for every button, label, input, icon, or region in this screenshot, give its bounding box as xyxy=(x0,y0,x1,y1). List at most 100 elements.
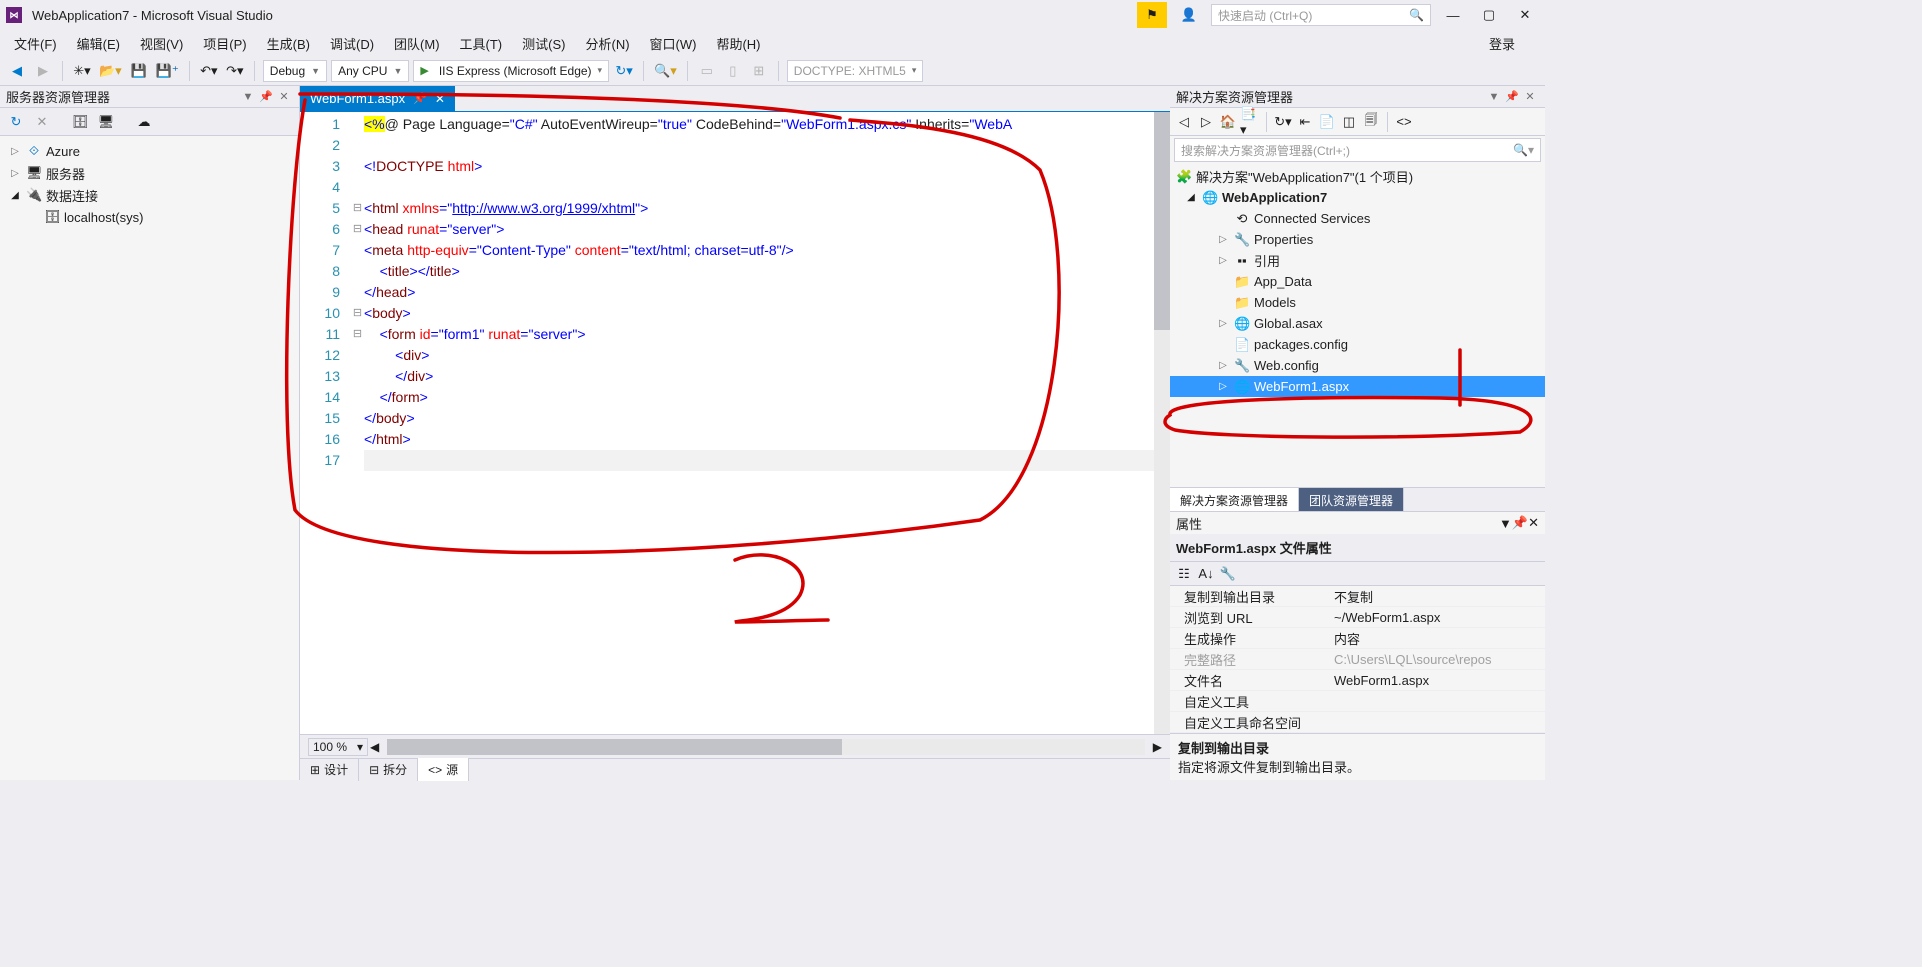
vs-icon: ⋈ xyxy=(6,7,22,23)
menu-project[interactable]: 项目(P) xyxy=(193,30,256,57)
close-button[interactable]: ✕ xyxy=(1511,4,1539,26)
solution-search-input[interactable]: 搜索解决方案资源管理器(Ctrl+;) 🔍▾ xyxy=(1174,138,1541,162)
view-tab-split[interactable]: ⊟拆分 xyxy=(359,758,418,781)
menu-team[interactable]: 团队(M) xyxy=(384,30,450,57)
menu-debug[interactable]: 调试(D) xyxy=(320,30,384,57)
toggle-3[interactable]: ⊞ xyxy=(748,60,770,82)
pin-icon[interactable]: 📌 xyxy=(413,92,427,105)
redo-button[interactable]: ↷▾ xyxy=(224,60,246,82)
show-all-icon[interactable]: 📄 xyxy=(1317,112,1337,132)
solution-item[interactable]: 📄packages.config xyxy=(1170,334,1545,355)
refresh-icon[interactable]: ↻ xyxy=(6,112,26,132)
feedback-icon[interactable]: 👤 xyxy=(1175,4,1203,26)
categorized-icon[interactable]: ☷ xyxy=(1174,564,1194,584)
solution-item[interactable]: ▷🔧Web.config xyxy=(1170,355,1545,376)
save-all-button[interactable]: 💾⁺ xyxy=(154,60,181,82)
view-tab-design[interactable]: ⊞设计 xyxy=(300,758,359,781)
pin-icon[interactable]: 📌 xyxy=(257,90,275,103)
menu-edit[interactable]: 编辑(E) xyxy=(67,30,130,57)
properties-subject: WebForm1.aspx 文件属性 xyxy=(1170,534,1545,562)
back-icon[interactable]: ◁ xyxy=(1174,112,1194,132)
solution-item[interactable]: 📁App_Data xyxy=(1170,271,1545,292)
fwd-icon[interactable]: ▷ xyxy=(1196,112,1216,132)
find-button[interactable]: 🔍▾ xyxy=(652,60,679,82)
tab-solution-explorer[interactable]: 解决方案资源管理器 xyxy=(1170,488,1299,511)
save-button[interactable]: 💾 xyxy=(128,60,150,82)
refresh-icon[interactable]: ↻▾ xyxy=(1273,112,1293,132)
code-editor[interactable]: 1234567891011121314151617 ⊟⊟⊟⊟ <%@ Page … xyxy=(300,112,1170,734)
sign-in-link[interactable]: 登录 xyxy=(1479,30,1525,57)
close-icon[interactable]: ✕ xyxy=(1528,515,1539,531)
connect-db-icon[interactable]: 🗄 xyxy=(70,112,90,132)
wrench-icon[interactable]: 🔧 xyxy=(1218,564,1238,584)
menu-tools[interactable]: 工具(T) xyxy=(450,30,513,57)
alphabetical-icon[interactable]: A↓ xyxy=(1196,564,1216,584)
code-view-icon[interactable]: <> xyxy=(1394,112,1414,132)
solution-root[interactable]: 🧩解决方案"WebApplication7"(1 个项目) xyxy=(1170,166,1545,187)
menu-view[interactable]: 视图(V) xyxy=(130,30,193,57)
close-icon[interactable]: ✕ xyxy=(1521,90,1539,103)
notification-flag-icon[interactable]: ⚑ xyxy=(1137,2,1167,28)
editor-hscrollbar[interactable] xyxy=(387,739,1145,755)
close-icon[interactable]: ✕ xyxy=(275,90,293,103)
open-file-button[interactable]: 📂▾ xyxy=(97,60,124,82)
view-tab-source[interactable]: <>源 xyxy=(418,758,469,781)
tab-team-explorer[interactable]: 团队资源管理器 xyxy=(1299,488,1404,511)
editor-tab-active[interactable]: WebForm1.aspx 📌 ✕ xyxy=(300,86,455,111)
code-lines[interactable]: <%@ Page Language="C#" AutoEventWireup="… xyxy=(364,112,1154,734)
preview-icon[interactable]: ◫ xyxy=(1339,112,1359,132)
properties-header: 属性 ▼ 📌 ✕ xyxy=(1170,512,1545,534)
scroll-right-icon[interactable]: ▶ xyxy=(1153,740,1162,754)
browser-refresh-button[interactable]: ↻▾ xyxy=(613,60,635,82)
properties-icon[interactable]: 🗐 xyxy=(1361,112,1381,132)
toggle-2[interactable]: ▯ xyxy=(722,60,744,82)
home-icon[interactable]: 🏠 xyxy=(1218,112,1238,132)
config-dropdown[interactable]: Debug▼ xyxy=(263,60,327,82)
menu-file[interactable]: 文件(F) xyxy=(4,30,67,57)
editor-vscrollbar[interactable] xyxy=(1154,112,1170,734)
properties-grid[interactable]: 复制到输出目录不复制浏览到 URL~/WebForm1.aspx生成操作内容完整… xyxy=(1170,586,1545,733)
tree-item-data-connections[interactable]: ◢🔌数据连接 xyxy=(2,184,297,206)
menu-build[interactable]: 生成(B) xyxy=(257,30,320,57)
panel-dropdown-icon[interactable]: ▼ xyxy=(1485,91,1503,103)
scroll-left-icon[interactable]: ◀ xyxy=(370,740,379,754)
maximize-button[interactable]: ▢ xyxy=(1475,4,1503,26)
connect-server-icon[interactable]: 🖥 xyxy=(96,112,116,132)
solution-item[interactable]: ▷🌐WebForm1.aspx xyxy=(1170,376,1545,397)
solution-item[interactable]: ▷🔧Properties xyxy=(1170,229,1545,250)
solution-item[interactable]: ▷🌐Global.asax xyxy=(1170,313,1545,334)
new-project-button[interactable]: ✳▾ xyxy=(71,60,93,82)
collapse-icon[interactable]: ⇤ xyxy=(1295,112,1315,132)
tree-item-localhost[interactable]: 🗄localhost(sys) xyxy=(2,206,297,228)
platform-dropdown[interactable]: Any CPU▼ xyxy=(331,60,409,82)
minimize-button[interactable]: — xyxy=(1439,4,1467,26)
panel-dropdown-icon[interactable]: ▼ xyxy=(239,91,257,103)
sync-icon[interactable]: 📑▾ xyxy=(1240,112,1260,132)
close-tab-icon[interactable]: ✕ xyxy=(435,92,445,106)
fold-column[interactable]: ⊟⊟⊟⊟ xyxy=(350,112,364,734)
quick-launch-input[interactable]: 快速启动 (Ctrl+Q) 🔍 xyxy=(1211,4,1431,26)
panel-dropdown-icon[interactable]: ▼ xyxy=(1499,516,1512,531)
pin-icon[interactable]: 📌 xyxy=(1503,90,1521,103)
nav-back-button[interactable]: ◀ xyxy=(6,60,28,82)
editor-view-tabs: ⊞设计 ⊟拆分 <>源 xyxy=(300,758,1170,780)
menu-help[interactable]: 帮助(H) xyxy=(706,30,770,57)
pin-icon[interactable]: 📌 xyxy=(1512,515,1528,531)
menu-analyze[interactable]: 分析(N) xyxy=(575,30,639,57)
menu-test[interactable]: 测试(S) xyxy=(512,30,575,57)
solution-item[interactable]: ▷▪▪引用 xyxy=(1170,250,1545,271)
solution-project[interactable]: ◢🌐WebApplication7 xyxy=(1170,187,1545,208)
solution-item[interactable]: 📁Models xyxy=(1170,292,1545,313)
zoom-dropdown[interactable]: 100 %▾ xyxy=(308,738,368,756)
toggle-1[interactable]: ▭ xyxy=(696,60,718,82)
stop-icon[interactable]: ✕ xyxy=(32,112,52,132)
solution-item[interactable]: ⟲Connected Services xyxy=(1170,208,1545,229)
tree-item-servers[interactable]: ▷🖥服务器 xyxy=(2,162,297,184)
tree-item-azure[interactable]: ▷⟐Azure xyxy=(2,140,297,162)
undo-button[interactable]: ↶▾ xyxy=(198,60,220,82)
azure-connect-icon[interactable]: ☁ xyxy=(134,112,154,132)
menu-window[interactable]: 窗口(W) xyxy=(640,30,707,57)
doctype-dropdown[interactable]: DOCTYPE: XHTML5▾ xyxy=(787,60,924,82)
run-button[interactable]: ▶IIS Express (Microsoft Edge) ▾ xyxy=(413,60,609,82)
nav-fwd-button[interactable]: ▶ xyxy=(32,60,54,82)
